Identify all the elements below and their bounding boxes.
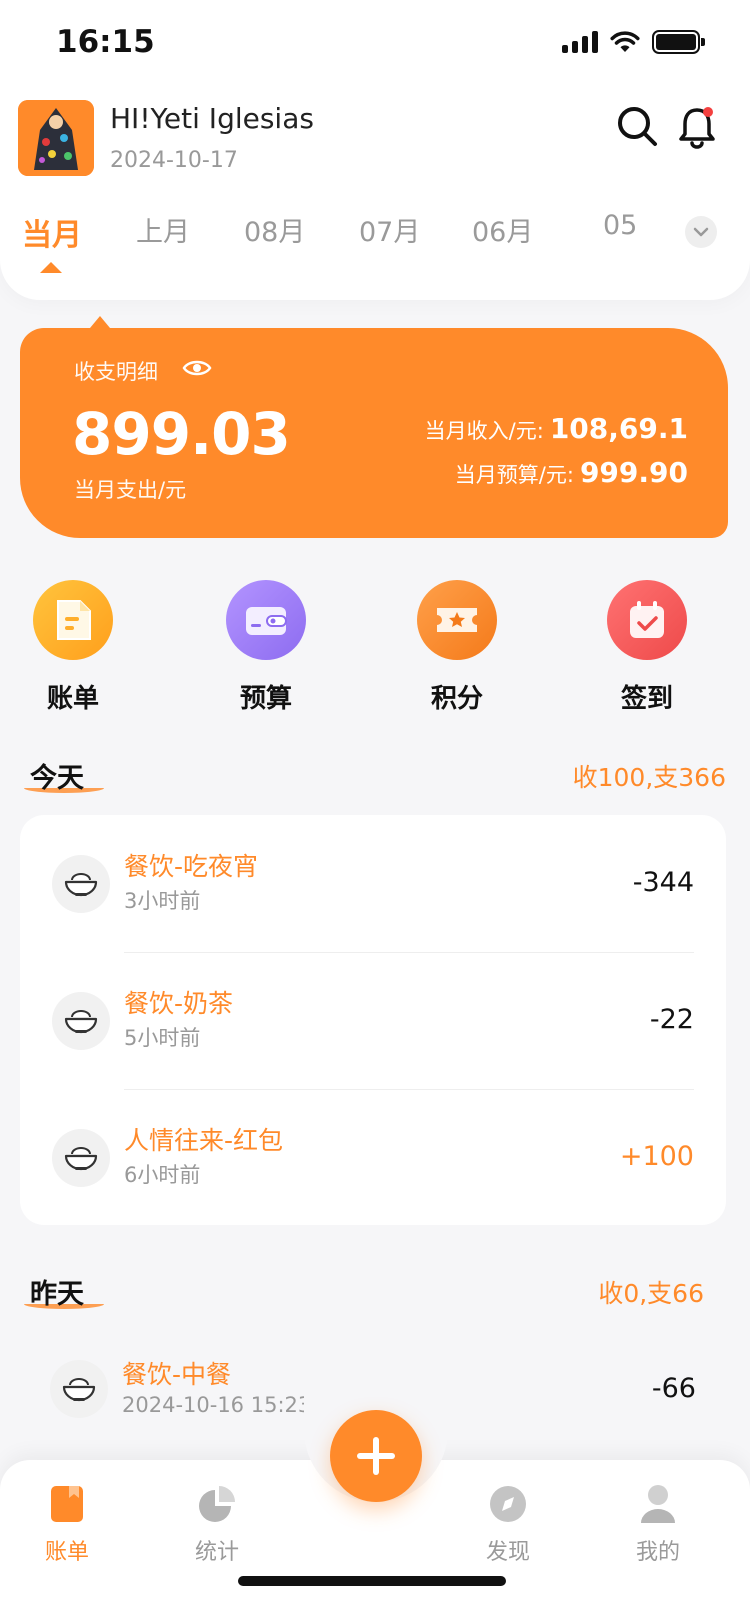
- status-icons: [562, 30, 705, 54]
- quick-label-budget: 预算: [239, 684, 292, 714]
- home-indicator: [238, 1576, 506, 1586]
- transaction-row[interactable]: 餐饮-奶茶 5小时前 -22: [20, 952, 726, 1089]
- month-tabs: 当月 上月 08月 07月 06月 05: [0, 210, 660, 270]
- transaction-name: 餐饮-中餐: [122, 1360, 232, 1389]
- quick-label-checkin: 签到: [620, 684, 673, 714]
- monthly-expense-label: 当月支出/元: [74, 478, 187, 502]
- battery-icon: [652, 30, 705, 54]
- chevron-down-icon: [693, 227, 709, 237]
- nav-label-profile: 我的: [635, 1540, 680, 1565]
- bookmark-icon: [22, 1480, 112, 1528]
- today-summary: 收100,支366: [572, 763, 726, 792]
- search-icon: [618, 107, 657, 146]
- quick-label-points: 积分: [430, 684, 483, 714]
- notification-button[interactable]: [675, 104, 719, 150]
- user-icon: [613, 1480, 703, 1528]
- tab-current-month[interactable]: 当月: [22, 210, 82, 254]
- pie-chart-icon: [172, 1480, 262, 1528]
- status-time: 16:15: [56, 24, 155, 60]
- quick-action-bill[interactable]: 账单: [18, 580, 128, 715]
- tab-06[interactable]: 06月: [472, 210, 533, 249]
- tab-07[interactable]: 07月: [359, 210, 420, 249]
- summary-label: 收支明细: [74, 360, 158, 384]
- search-button[interactable]: [615, 104, 661, 150]
- nav-label-stats: 统计: [194, 1540, 239, 1565]
- section-today-title: 今天: [24, 756, 104, 795]
- bowl-icon: [52, 855, 110, 913]
- income-label: 当月收入/元:: [424, 419, 544, 443]
- nav-label-discover: 发现: [485, 1540, 530, 1565]
- add-record-button[interactable]: [330, 1410, 422, 1502]
- summary-card: 收支明细 899.03 当月支出/元 当月收入/元: 108,69.1 当月预算/…: [20, 316, 728, 538]
- yesterday-summary: 收0,支66: [598, 1279, 704, 1308]
- calendar-check-icon: [607, 580, 687, 660]
- header-date: 2024-10-17: [110, 148, 238, 173]
- transaction-row[interactable]: 餐饮-吃夜宵 3小时前 -344: [20, 815, 726, 952]
- nav-profile[interactable]: 我的: [613, 1480, 703, 1566]
- section-yesterday-title: 昨天: [24, 1272, 104, 1311]
- bell-icon: [679, 107, 715, 149]
- transaction-name: 人情往来-红包: [124, 1126, 284, 1155]
- tab-05[interactable]: 05: [603, 210, 637, 241]
- income-value: 108,69.1: [549, 412, 688, 445]
- tabs-fade: [640, 208, 666, 254]
- plus-icon: [357, 1437, 395, 1475]
- points-ticket-icon: [417, 580, 497, 660]
- monthly-budget: 当月预算/元: 999.90: [455, 456, 688, 489]
- tab-last-month[interactable]: 上月: [136, 210, 190, 249]
- nav-bill[interactable]: 账单: [22, 1480, 112, 1566]
- quick-action-points[interactable]: 积分: [402, 580, 512, 715]
- quick-action-budget[interactable]: 预算: [211, 580, 321, 715]
- greeting-text: HI!Yeti Iglesias: [110, 102, 314, 135]
- transaction-name: 餐饮-吃夜宵: [124, 852, 259, 881]
- transaction-amount: -344: [632, 867, 694, 898]
- tab-08[interactable]: 08月: [244, 210, 305, 249]
- expand-months-button[interactable]: [685, 216, 717, 248]
- today-transactions: 餐饮-吃夜宵 3小时前 -344 餐饮-奶茶 5小时前 -22 人情往来-红包 …: [20, 815, 726, 1225]
- eye-icon[interactable]: [182, 358, 212, 378]
- quick-label-bill: 账单: [46, 684, 99, 714]
- bill-icon: [33, 580, 113, 660]
- monthly-income: 当月收入/元: 108,69.1: [425, 412, 688, 445]
- today-title-text: 今天: [30, 763, 84, 794]
- signal-icon: [562, 31, 598, 53]
- budget-value: 999.90: [579, 456, 688, 489]
- transaction-amount: -66: [651, 1373, 696, 1404]
- transaction-name: 餐饮-奶茶: [124, 989, 234, 1018]
- compass-icon: [463, 1480, 553, 1528]
- transaction-amount: -22: [649, 1004, 694, 1035]
- yesterday-title-text: 昨天: [30, 1279, 84, 1310]
- avatar[interactable]: [18, 100, 94, 176]
- transaction-time: 5小时前: [124, 1026, 201, 1050]
- tab-indicator: [40, 262, 62, 273]
- monthly-expense-amount: 899.03: [72, 400, 291, 468]
- transaction-amount: +100: [619, 1141, 694, 1172]
- budget-label: 当月预算/元:: [454, 463, 574, 487]
- nav-discover[interactable]: 发现: [463, 1480, 553, 1566]
- bowl-icon: [50, 1360, 108, 1418]
- bowl-icon: [52, 1129, 110, 1187]
- transaction-row[interactable]: 人情往来-红包 6小时前 +100: [20, 1089, 726, 1226]
- quick-action-checkin[interactable]: 签到: [592, 580, 702, 715]
- wifi-icon: [610, 31, 640, 52]
- nav-label-bill: 账单: [44, 1540, 89, 1565]
- nav-stats[interactable]: 统计: [172, 1480, 262, 1566]
- transaction-time: 6小时前: [124, 1163, 201, 1187]
- bowl-icon: [52, 992, 110, 1050]
- wallet-icon: [226, 580, 306, 660]
- transaction-time: 3小时前: [124, 889, 201, 913]
